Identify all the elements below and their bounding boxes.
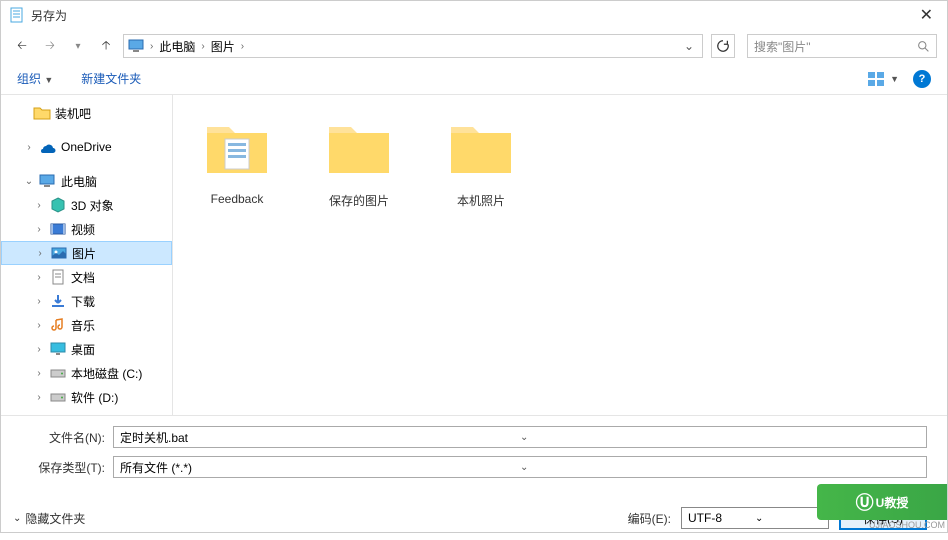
folder-icon — [33, 105, 51, 121]
folder-label: 本机照片 — [437, 192, 525, 209]
cube-icon — [49, 197, 67, 213]
chevron-right-icon: › — [201, 41, 204, 52]
onedrive-icon — [39, 139, 57, 155]
recent-dropdown[interactable]: ▾ — [67, 35, 89, 57]
refresh-icon — [716, 39, 730, 53]
filetype-select[interactable]: 所有文件 (*.*) ⌄ — [113, 456, 927, 478]
chevron-right-icon: › — [150, 41, 153, 52]
chevron-down-icon: ⌄ — [13, 513, 21, 524]
tree-item-onedrive[interactable]: › OneDrive — [1, 135, 172, 159]
help-button[interactable]: ? — [913, 70, 931, 88]
drive-icon — [49, 389, 67, 405]
new-folder-button[interactable]: 新建文件夹 — [81, 70, 141, 87]
collapse-icon[interactable]: ⌄ — [23, 176, 35, 187]
address-bar[interactable]: › 此电脑 › 图片 › ⌄ — [123, 34, 703, 58]
window-title: 另存为 — [31, 7, 914, 24]
tree-item-thispc[interactable]: ⌄ 此电脑 — [1, 169, 172, 193]
chevron-right-icon: › — [241, 41, 244, 52]
view-icon — [867, 71, 887, 87]
tree-item-pictures[interactable]: › 图片 — [1, 241, 172, 265]
hide-folders-toggle[interactable]: ⌄ 隐藏文件夹 — [13, 510, 85, 527]
download-icon — [49, 293, 67, 309]
tree-item-music[interactable]: › 音乐 — [1, 313, 172, 337]
chevron-down-icon[interactable]: ⌄ — [520, 462, 920, 473]
save-button[interactable]: 保存(S) — [839, 506, 927, 530]
folder-camera-roll[interactable]: 本机照片 — [437, 111, 525, 209]
up-button[interactable]: 🡡 — [95, 35, 117, 57]
filetype-label: 保存类型(T): — [21, 459, 113, 476]
breadcrumb-pc[interactable]: 此电脑 — [157, 36, 197, 57]
folder-icon — [445, 111, 517, 183]
chevron-down-icon[interactable]: ⌄ — [520, 432, 920, 443]
tree-item-softd[interactable]: › 软件 (D:) — [1, 385, 172, 409]
music-icon — [49, 317, 67, 333]
address-dropdown[interactable]: ⌄ — [680, 39, 698, 53]
folder-icon — [323, 111, 395, 183]
tree-item-desktop[interactable]: › 桌面 — [1, 337, 172, 361]
organize-menu[interactable]: 组织 ▼ — [17, 70, 53, 87]
tree-item-localc[interactable]: › 本地磁盘 (C:) — [1, 361, 172, 385]
pc-icon — [128, 38, 146, 54]
tree-item-documents[interactable]: › 文档 — [1, 265, 172, 289]
view-menu[interactable]: ▼ — [867, 71, 899, 87]
breadcrumb-pictures[interactable]: 图片 — [209, 36, 237, 57]
folder-icon — [201, 111, 273, 183]
navigation-tree: 装机吧 › OneDrive ⌄ 此电脑 › 3D 对象 › 视频 › 图片 — [1, 95, 173, 415]
encoding-select[interactable]: UTF-8 ⌄ — [681, 507, 829, 529]
expand-icon[interactable]: › — [23, 142, 35, 153]
filename-label: 文件名(N): — [21, 429, 113, 446]
drive-icon — [49, 365, 67, 381]
tree-item-3dobjects[interactable]: › 3D 对象 — [1, 193, 172, 217]
document-icon — [49, 269, 67, 285]
tree-item-zhuangji[interactable]: 装机吧 — [1, 101, 172, 125]
folder-saved-pictures[interactable]: 保存的图片 — [315, 111, 403, 209]
pictures-icon — [50, 245, 68, 261]
chevron-down-icon[interactable]: ⌄ — [755, 513, 822, 524]
forward-button[interactable]: 🡢 — [39, 35, 61, 57]
search-box[interactable]: 搜索"图片" — [747, 34, 937, 58]
encoding-label: 编码(E): — [628, 510, 671, 527]
folder-feedback[interactable]: Feedback — [193, 111, 281, 206]
back-button[interactable]: 🡠 — [11, 35, 33, 57]
folder-label: Feedback — [193, 192, 281, 206]
tree-item-videos[interactable]: › 视频 — [1, 217, 172, 241]
pc-icon — [39, 173, 57, 189]
folder-label: 保存的图片 — [315, 192, 403, 209]
tree-item-downloads[interactable]: › 下载 — [1, 289, 172, 313]
refresh-button[interactable] — [711, 34, 735, 58]
close-button[interactable]: ✕ — [914, 5, 939, 25]
folder-content: Feedback 保存的图片 本机照片 — [173, 95, 947, 415]
video-icon — [49, 221, 67, 237]
filename-input[interactable]: 定时关机.bat ⌄ — [113, 426, 927, 448]
desktop-icon — [49, 341, 67, 357]
search-icon — [917, 40, 930, 53]
notepad-icon — [9, 7, 25, 23]
search-placeholder: 搜索"图片" — [754, 38, 917, 55]
